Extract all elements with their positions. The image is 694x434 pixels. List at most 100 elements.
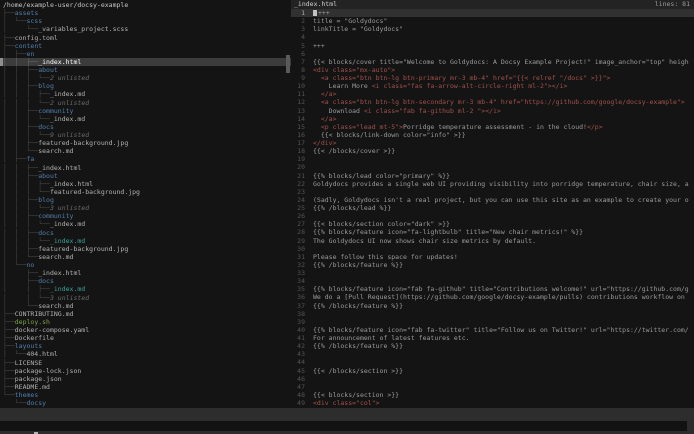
tree-row[interactable]: │ ├──en bbox=[0, 50, 291, 58]
tree-row[interactable]: ├──assets bbox=[0, 9, 291, 17]
tree-row[interactable]: ├──config.toml bbox=[0, 34, 291, 42]
code-line: 42{{% /blocks/feature %}} bbox=[291, 342, 694, 350]
tree-row[interactable]: │ └──_variables_project.scss bbox=[0, 25, 291, 33]
code-segment: {{% /blocks/feature %}} bbox=[313, 302, 403, 310]
tree-row[interactable]: │ │ ├──_index.md bbox=[0, 285, 291, 293]
line-number: 35 bbox=[291, 285, 305, 293]
tree-row[interactable]: │ │ ├──docs bbox=[0, 123, 291, 131]
tree-entry-name: no bbox=[26, 261, 34, 269]
tree-branch-glyphs: │ │ ├── bbox=[3, 245, 38, 253]
code-line: 47 bbox=[291, 383, 694, 391]
code-segment: <i class="fab fa-github ml-2 "></i> bbox=[364, 107, 501, 115]
tree-row[interactable]: ├──LICENSE bbox=[0, 359, 291, 367]
line-number: 32 bbox=[291, 261, 305, 269]
tree-branch-glyphs: └── bbox=[3, 391, 15, 399]
tree-row[interactable]: │ │ ├──_index.html bbox=[0, 164, 291, 172]
tree-row[interactable]: │ │ ├──community bbox=[0, 107, 291, 115]
tree-branch-glyphs: │ └── bbox=[3, 350, 26, 358]
tree-row[interactable]: │ │ ├──_index.html bbox=[0, 58, 291, 66]
tree-row[interactable]: │ │ │ ├──_index.html bbox=[0, 180, 291, 188]
tree-entry-name: docs bbox=[38, 229, 54, 237]
line-number: 6 bbox=[291, 50, 305, 58]
tree-row[interactable]: └──themes bbox=[0, 391, 291, 399]
line-number: 39 bbox=[291, 318, 305, 326]
tree-row[interactable]: │ │ │ └──9 unlisted bbox=[0, 131, 291, 139]
tree-row[interactable]: │ │ └──search.md bbox=[0, 253, 291, 261]
tree-row[interactable]: │ │ └──3 unlisted bbox=[0, 294, 291, 302]
code-line: 37{{% /blocks/feature %}} bbox=[291, 302, 694, 310]
tree-entry-name: 2 unlisted bbox=[50, 99, 89, 107]
file-tree-panel[interactable]: /home/example-user/docsy-example├──asset… bbox=[0, 0, 291, 408]
code-line: 39 bbox=[291, 318, 694, 326]
tree-row[interactable]: │ │ ├──featured-background.jpg bbox=[0, 139, 291, 147]
tree-row[interactable]: ├──README.md bbox=[0, 383, 291, 391]
code-segment: (Sadly, Goldydocs isn't a real project, … bbox=[313, 196, 689, 204]
line-number: 28 bbox=[291, 228, 305, 236]
tree-row[interactable]: │ │ ├──docs bbox=[0, 229, 291, 237]
code-line: 25{{% /blocks/lead %}} bbox=[291, 204, 694, 212]
tree-row[interactable]: ├──package.json bbox=[0, 375, 291, 383]
code-segment: {{< blocks/section >}} bbox=[313, 391, 399, 399]
tree-row[interactable]: │ ├──docs bbox=[0, 277, 291, 285]
tree-row[interactable]: │ └──no bbox=[0, 261, 291, 269]
line-number: 1 bbox=[291, 9, 305, 17]
tree-row[interactable]: │ │ │ └──_index.md bbox=[0, 237, 291, 245]
tree-branch-glyphs: │ │ └── bbox=[3, 147, 38, 155]
code-line: 28{{% blocks/feature icon="fa-lightbulb"… bbox=[291, 228, 694, 236]
tree-row[interactable]: ├──CONTRIBUTING.md bbox=[0, 310, 291, 318]
tree-row[interactable]: │ │ ├──blog bbox=[0, 196, 291, 204]
tree-row[interactable]: │ │ └──search.md bbox=[0, 147, 291, 155]
command-input[interactable]: :e h:n gi:y bbox=[0, 421, 687, 431]
tree-row[interactable]: │ │ │ └──2 unlisted bbox=[0, 99, 291, 107]
tree-row[interactable]: ├──docker-compose.yaml bbox=[0, 326, 291, 334]
tree-row[interactable]: │ │ ├──community bbox=[0, 212, 291, 220]
tree-row[interactable]: ├──Dockerfile bbox=[0, 334, 291, 342]
tree-row[interactable]: ├──package-lock.json bbox=[0, 367, 291, 375]
line-number: 19 bbox=[291, 155, 305, 163]
tree-entry-name: CONTRIBUTING.md bbox=[15, 310, 74, 318]
tree-row[interactable]: │ │ ├──blog bbox=[0, 82, 291, 90]
code-line: 31Please follow this space for updates! bbox=[291, 253, 694, 261]
status-bar: Hit enter to open the file, alt-enter to… bbox=[0, 408, 694, 420]
tree-row[interactable]: │ ├──fa bbox=[0, 155, 291, 163]
line-number: 2 bbox=[291, 17, 305, 25]
tree-branch-glyphs: │ │ │ └── bbox=[3, 220, 50, 228]
line-number: 17 bbox=[291, 139, 305, 147]
tree-row[interactable]: │ │ │ └──2 unlisted bbox=[0, 74, 291, 82]
tree-entry-name: _index.md bbox=[50, 237, 85, 245]
tree-entry-name: Dockerfile bbox=[15, 334, 54, 342]
code-line: 26 bbox=[291, 212, 694, 220]
tree-row[interactable]: ├──deploy.sh bbox=[0, 318, 291, 326]
tree-row[interactable]: │ │ ├──about bbox=[0, 66, 291, 74]
tree-row[interactable]: │ └──404.html bbox=[0, 350, 291, 358]
tree-branch-glyphs: │ │ ├── bbox=[3, 196, 38, 204]
tree-row[interactable]: │ │ │ └──_index.md bbox=[0, 220, 291, 228]
code-line: 34 bbox=[291, 277, 694, 285]
tree-row[interactable]: ├──layouts bbox=[0, 342, 291, 350]
preview-panel[interactable]: _index.html lines: 81 1+++2title = "Gold… bbox=[291, 0, 694, 408]
code-segment: Download bbox=[313, 107, 364, 115]
tree-row[interactable]: │ │ │ └──3 unlisted bbox=[0, 204, 291, 212]
code-segment: {{< blocks/link-down color="info" >}} bbox=[313, 131, 466, 139]
tree-branch-glyphs: │ │ │ └── bbox=[3, 74, 50, 82]
tree-row[interactable]: └──docsy bbox=[0, 399, 291, 407]
tree-branch-glyphs: ├── bbox=[3, 42, 15, 50]
tree-row[interactable]: ├──content bbox=[0, 42, 291, 50]
tree-root-path[interactable]: /home/example-user/docsy-example bbox=[0, 1, 291, 9]
line-number: 16 bbox=[291, 131, 305, 139]
tree-entry-name: search.md bbox=[38, 302, 73, 310]
tree-row[interactable]: │ │ │ ├──_index.md bbox=[0, 90, 291, 98]
code-line: 15 <p class="lead mt-5">Porridge tempera… bbox=[291, 123, 694, 131]
tree-row[interactable]: │ ├──_index.html bbox=[0, 269, 291, 277]
tree-entry-name: _index.html bbox=[38, 58, 81, 66]
tree-entry-name: about bbox=[38, 172, 58, 180]
tree-row[interactable]: │ │ │ └──featured-background.jpg bbox=[0, 188, 291, 196]
tree-row[interactable]: │ └──scss bbox=[0, 17, 291, 25]
tree-row[interactable]: │ │ ├──featured-background.jpg bbox=[0, 245, 291, 253]
tree-row[interactable]: │ │ │ └──_index.md bbox=[0, 115, 291, 123]
tree-branch-glyphs: │ │ │ ├── bbox=[3, 90, 50, 98]
tree-row[interactable]: │ └──search.md bbox=[0, 302, 291, 310]
tree-scrollbar-thumb[interactable] bbox=[286, 55, 290, 73]
code-segment: Please follow this space for updates! bbox=[313, 253, 458, 261]
tree-row[interactable]: │ │ ├──about bbox=[0, 172, 291, 180]
